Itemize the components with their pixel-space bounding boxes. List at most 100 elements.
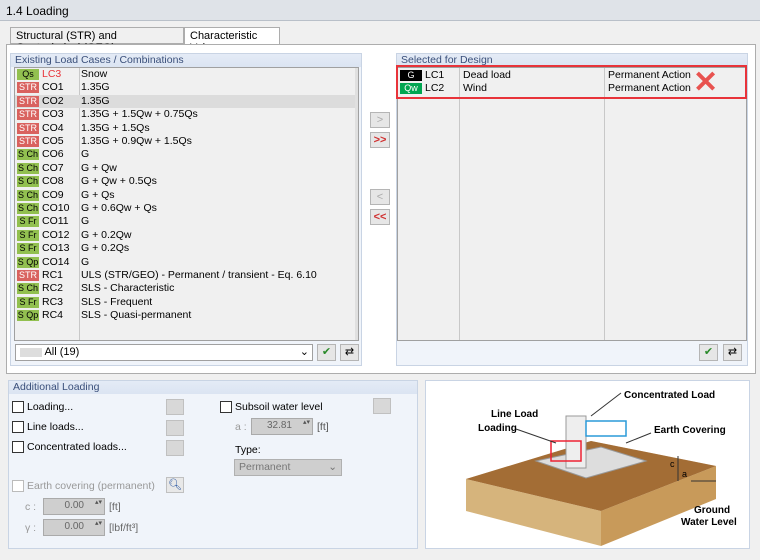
existing-list[interactable]: Qs LC3 Snow STR CO1 1.35G STR CO2 1.35G …	[14, 67, 359, 341]
foundation-diagram: Concentrated Load Line Load Loading Eart…	[425, 380, 750, 549]
existing-row[interactable]: STR RC1 ULS (STR/GEO) - Permanent / tran…	[15, 269, 358, 282]
type-badge: S Ch	[17, 203, 39, 214]
subsoil-info-icon[interactable]	[373, 398, 391, 414]
type-badge: Qs	[17, 69, 39, 80]
type-badge: S Ch	[17, 190, 39, 201]
existing-row[interactable]: Qs LC3 Snow	[15, 68, 358, 81]
concentrated-loads-label: Concentrated loads...	[27, 441, 127, 453]
existing-row[interactable]: STR CO5 1.35G + 0.9Qw + 1.5Qs	[15, 135, 358, 148]
row-description: G	[81, 148, 89, 161]
existing-row[interactable]: STR CO1 1.35G	[15, 81, 358, 94]
row-id: RC2	[42, 282, 63, 295]
row-id: RC3	[42, 296, 63, 309]
row-id: CO2	[42, 95, 64, 108]
type-badge: S Fr	[17, 230, 39, 241]
add-button[interactable]: >	[370, 112, 390, 128]
subsoil-label: Subsoil water level	[235, 401, 323, 413]
remove-all-button[interactable]: <<	[370, 209, 390, 225]
row-description: Snow	[81, 68, 107, 81]
subsoil-checkbox[interactable]: Subsoil water level	[220, 401, 323, 413]
chevron-down-icon: ⌄	[300, 345, 309, 360]
chevron-down-icon: ⌄	[328, 460, 337, 475]
ground-label: Ground	[694, 505, 730, 516]
existing-row[interactable]: S Ch CO8 G + Qw + 0.5Qs	[15, 175, 358, 188]
delete-x-icon[interactable]: ✕	[693, 68, 718, 98]
earth-covering-diagram-label: Earth Covering	[654, 425, 726, 436]
existing-row[interactable]: STR CO4 1.35G + 1.5Qs	[15, 122, 358, 135]
existing-row[interactable]: STR CO3 1.35G + 1.5Qw + 0.75Qs	[15, 108, 358, 121]
type-badge: S Ch	[17, 163, 39, 174]
loading-diagram-label: Loading	[478, 423, 517, 434]
type-badge: STR	[17, 136, 39, 147]
row-id: CO4	[42, 122, 64, 135]
concentrated-load-label: Concentrated Load	[624, 390, 715, 401]
row-id: CO1	[42, 81, 64, 94]
row-id: CO11	[42, 215, 69, 228]
existing-row[interactable]: S Ch CO10 G + 0.6Qw + Qs	[15, 202, 358, 215]
existing-row[interactable]: S Fr CO11 G	[15, 215, 358, 228]
gamma-label: γ :	[25, 522, 36, 534]
row-id: CO7	[42, 162, 64, 175]
edit-line-loads-icon[interactable]	[166, 420, 184, 436]
existing-row[interactable]: STR CO2 1.35G	[15, 95, 358, 108]
row-id: CO12	[42, 229, 69, 242]
remove-button[interactable]: <	[370, 189, 390, 205]
toggle-selection-button[interactable]: ⇄	[340, 344, 359, 361]
row-id: CO14	[42, 256, 69, 269]
earth-covering-checkbox[interactable]: Earth covering (permanent)	[12, 480, 155, 492]
row-description: G + Qw	[81, 162, 117, 175]
row-id: CO5	[42, 135, 64, 148]
existing-row[interactable]: S Fr CO13 G + 0.2Qs	[15, 242, 358, 255]
select-all-selected-button[interactable]: ✔	[699, 344, 718, 361]
a-input[interactable]: 32.81	[251, 418, 313, 435]
type-badge: STR	[17, 109, 39, 120]
selected-list[interactable]: G LC1 Dead load Permanent Action Qw LC2 …	[397, 67, 747, 341]
edit-concentrated-icon[interactable]	[166, 440, 184, 456]
filter-color-swatch	[20, 348, 42, 357]
row-description: G + 0.2Qs	[81, 242, 129, 255]
line-load-label: Line Load	[491, 409, 538, 420]
select-all-button[interactable]: ✔	[317, 344, 336, 361]
type-label: Type:	[235, 444, 261, 456]
existing-row[interactable]: S Ch CO7 G + Qw	[15, 162, 358, 175]
c-dimension: c	[670, 459, 675, 469]
existing-row[interactable]: S Ch CO6 G	[15, 148, 358, 161]
a-unit: [ft]	[317, 421, 329, 433]
loading-checkbox[interactable]: Loading...	[12, 401, 73, 413]
toggle-selected-button[interactable]: ⇄	[723, 344, 742, 361]
filter-dropdown[interactable]: All (19) ⌄	[15, 344, 313, 361]
row-id: CO3	[42, 108, 64, 121]
type-badge: S Qp	[17, 310, 39, 321]
existing-row[interactable]: S Qp CO14 G	[15, 256, 358, 269]
existing-row[interactable]: S Fr RC3 SLS - Frequent	[15, 296, 358, 309]
tab-characteristic-values[interactable]: Characteristic Values	[184, 27, 280, 45]
tab-structural-geotechnical[interactable]: Structural (STR) and Geotechnical (GEO)	[10, 27, 184, 44]
magnifier-icon[interactable]: 🔍︎	[166, 477, 184, 493]
line-loads-checkbox[interactable]: Line loads...	[12, 421, 84, 433]
type-dropdown[interactable]: Permanent⌄	[234, 459, 342, 476]
gamma-unit: [lbf/ft³]	[109, 522, 138, 534]
earth-covering-label: Earth covering (permanent)	[27, 480, 155, 492]
edit-loading-icon[interactable]	[166, 399, 184, 415]
existing-row[interactable]: S Fr CO12 G + 0.2Qw	[15, 229, 358, 242]
type-badge: S Ch	[17, 149, 39, 160]
existing-row[interactable]: S Ch RC2 SLS - Characteristic	[15, 282, 358, 295]
type-badge: S Fr	[17, 216, 39, 227]
row-id: CO13	[42, 242, 69, 255]
type-badge: S Ch	[17, 176, 39, 187]
existing-row[interactable]: S Ch CO9 G + Qs	[15, 189, 358, 202]
a-label: a :	[235, 421, 247, 433]
row-id: CO10	[42, 202, 69, 215]
line-loads-label: Line loads...	[27, 421, 84, 433]
c-input[interactable]: 0.00	[43, 498, 105, 515]
row-description: SLS - Quasi-permanent	[81, 309, 191, 322]
add-all-button[interactable]: >>	[370, 132, 390, 148]
type-badge: S Qp	[17, 257, 39, 268]
existing-row[interactable]: S Qp RC4 SLS - Quasi-permanent	[15, 309, 358, 322]
type-badge: STR	[17, 82, 39, 93]
row-description: ULS (STR/GEO) - Permanent / transient - …	[81, 269, 317, 282]
gamma-input[interactable]: 0.00	[43, 519, 105, 536]
row-id: RC4	[42, 309, 63, 322]
additional-header: Additional Loading	[9, 381, 417, 394]
concentrated-loads-checkbox[interactable]: Concentrated loads...	[12, 441, 127, 453]
